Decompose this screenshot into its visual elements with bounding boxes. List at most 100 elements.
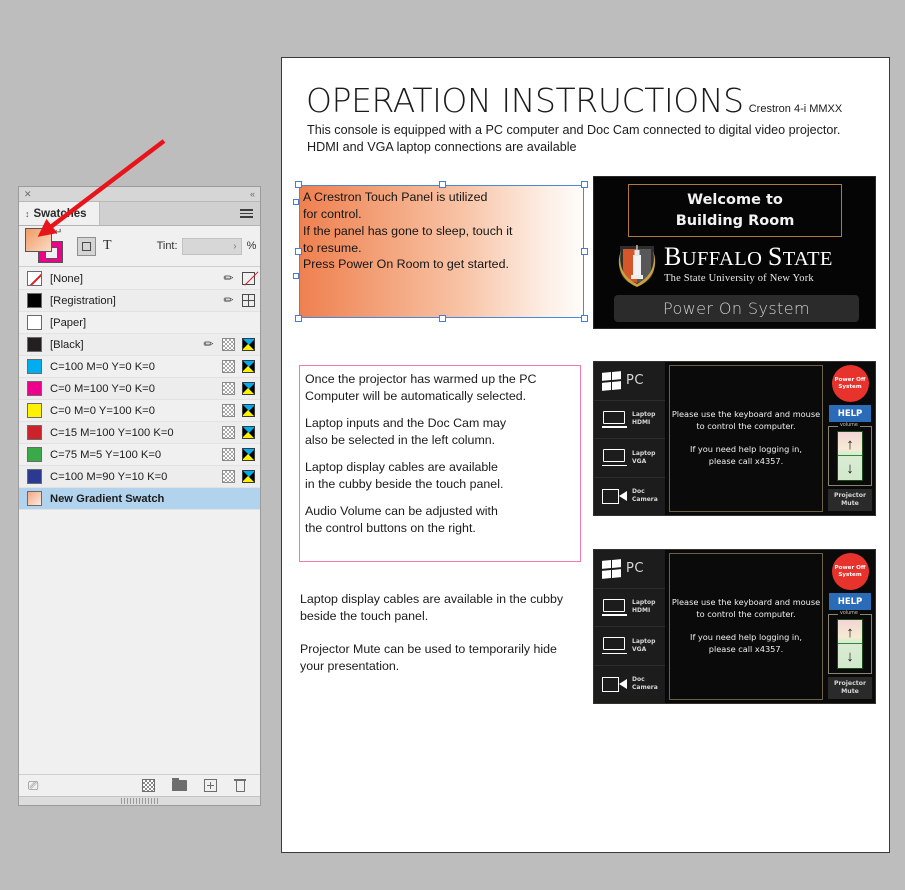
source-button-laptop-hdmi-2[interactable]: Laptop HDMI bbox=[594, 588, 665, 627]
swatch-name: [Paper] bbox=[50, 316, 87, 329]
welcome-line-1: Welcome to bbox=[687, 191, 783, 208]
gradient-frame-text: A Crestron Touch Panel is utilized for c… bbox=[303, 189, 579, 273]
selection-handle-s[interactable] bbox=[439, 315, 446, 322]
swatch-row-green[interactable]: C=75 M=5 Y=100 K=0 bbox=[19, 444, 260, 466]
cmyk-color-icon bbox=[242, 470, 255, 483]
swatch-row-red[interactable]: C=15 M=100 Y=100 K=0 bbox=[19, 422, 260, 444]
arrow-up-icon[interactable]: ↑ bbox=[846, 625, 854, 640]
swatch-name: C=0 M=0 Y=100 K=0 bbox=[50, 404, 155, 417]
volume-slider[interactable]: ↑ ↓ bbox=[837, 431, 863, 481]
volume-label-2: volume bbox=[838, 611, 860, 616]
delete-swatch-icon[interactable] bbox=[234, 778, 246, 793]
swap-fill-stroke-icon[interactable]: ↵ bbox=[54, 227, 62, 238]
swatch-tools-row: ↵ T Tint: › % bbox=[19, 226, 260, 267]
panel-horizontal-scrollbar[interactable] bbox=[19, 796, 260, 805]
swatch-row-paper[interactable]: [Paper] bbox=[19, 312, 260, 334]
swatch-name: [Registration] bbox=[50, 294, 116, 307]
spot-color-pen-icon: ✏ bbox=[223, 293, 234, 307]
tab-swatches[interactable]: ↕ Swatches bbox=[19, 202, 100, 225]
tint-input[interactable]: › bbox=[181, 237, 242, 255]
swatch-row-new-gradient-swatch[interactable]: New Gradient Swatch bbox=[19, 488, 260, 510]
source-button-doc-camera[interactable]: Doc Camera bbox=[594, 477, 665, 515]
selection-handle-e[interactable] bbox=[581, 248, 588, 255]
volume-slider-2[interactable]: ↑ ↓ bbox=[837, 619, 863, 669]
swatch-library-icon[interactable]: ⎚ bbox=[28, 779, 38, 792]
swatch-row-registration[interactable]: [Registration] ✏ bbox=[19, 290, 260, 312]
document-header: OPERATION INSTRUCTIONS Crestron 4-i MMXX bbox=[306, 84, 876, 117]
swatches-panel: ✕ « ↕ Swatches ↵ T Tint: › % [None] ✏ [R… bbox=[18, 186, 261, 806]
fill-stroke-selector[interactable]: ↵ bbox=[25, 227, 71, 264]
gradient-text-line-3: If the panel has gone to sleep, touch it bbox=[303, 223, 513, 238]
volume-label: volume bbox=[838, 423, 860, 428]
selection-handle-n[interactable] bbox=[439, 181, 446, 188]
pink-bordered-text-box[interactable]: Once the projector has warmed up the PC … bbox=[299, 365, 581, 562]
swatch-name: C=0 M=100 Y=0 K=0 bbox=[50, 382, 155, 395]
source-button-laptop-hdmi[interactable]: Laptop HDMI bbox=[594, 400, 665, 439]
logo-main-text: BUFFALO STATE bbox=[664, 244, 833, 270]
cmyk-color-icon bbox=[242, 382, 255, 395]
volume-control-2[interactable]: volume ↑ ↓ bbox=[828, 611, 872, 674]
source-button-doc-camera-2[interactable]: Doc Camera bbox=[594, 665, 665, 703]
laptop-icon bbox=[602, 449, 627, 467]
gradient-text-frame-selection[interactable]: A Crestron Touch Panel is utilized for c… bbox=[293, 181, 588, 322]
document-camera-icon bbox=[602, 488, 627, 504]
arrow-down-icon[interactable]: ↓ bbox=[846, 461, 854, 476]
swatch-color-chip bbox=[27, 403, 42, 418]
panel-menu-button[interactable] bbox=[240, 202, 260, 225]
selection-handle-ne[interactable] bbox=[581, 181, 588, 188]
message-line-2b: to control the computer. bbox=[696, 609, 796, 620]
gradient-text-frame[interactable]: A Crestron Touch Panel is utilized for c… bbox=[299, 185, 584, 318]
logo-tate: TATE bbox=[782, 248, 833, 270]
format-container-icon[interactable] bbox=[77, 236, 96, 256]
source-button-pc[interactable]: PC bbox=[594, 362, 665, 401]
swatch-row-yellow[interactable]: C=0 M=0 Y=100 K=0 bbox=[19, 400, 260, 422]
intro-line-2: HDMI and VGA laptop connections are avai… bbox=[307, 140, 577, 155]
selection-handle-w[interactable] bbox=[295, 248, 302, 255]
arrow-up-icon[interactable]: ↑ bbox=[846, 437, 854, 452]
source-button-laptop-vga-2[interactable]: Laptop VGA bbox=[594, 627, 665, 666]
gradient-text-line-5: Press Power On Room to get started. bbox=[303, 257, 509, 272]
text-frame-inport[interactable] bbox=[293, 199, 299, 205]
swatch-name: [None] bbox=[50, 272, 83, 285]
tint-dropdown-chevron-icon[interactable]: › bbox=[233, 241, 236, 252]
laptop-icon bbox=[602, 410, 627, 428]
close-icon[interactable]: ✕ bbox=[24, 189, 32, 199]
swatch-row-black[interactable]: [Black] ✏ bbox=[19, 334, 260, 356]
swatch-row-blue[interactable]: C=100 M=90 Y=10 K=0 bbox=[19, 466, 260, 488]
touch-panel-controls-2: Power Off System HELP volume ↑ ↓ Project… bbox=[825, 550, 875, 703]
arrow-down-icon[interactable]: ↓ bbox=[846, 649, 854, 664]
source-label-laptop-vga-2: Laptop VGA bbox=[632, 637, 656, 653]
format-text-icon[interactable]: T bbox=[103, 238, 112, 254]
text-frame-outport[interactable] bbox=[293, 273, 299, 279]
touch-panel-image-2: PC Laptop HDMI Laptop VGA Doc Camera Ple… bbox=[593, 549, 876, 704]
process-color-icon bbox=[222, 338, 235, 351]
swatch-list[interactable]: [None] ✏ [Registration] ✏ [Paper] [Black… bbox=[19, 268, 260, 774]
swatch-row-magenta[interactable]: C=0 M=100 Y=0 K=0 bbox=[19, 378, 260, 400]
help-button[interactable]: HELP bbox=[829, 405, 871, 422]
power-on-system-label: Power On System bbox=[663, 299, 810, 318]
power-off-system-button-2[interactable]: Power Off System bbox=[831, 553, 869, 590]
source-label-doc-camera: Doc Camera bbox=[632, 488, 658, 504]
swatch-row-cyan[interactable]: C=100 M=0 Y=0 K=0 bbox=[19, 356, 260, 378]
swatch-row-none[interactable]: [None] ✏ bbox=[19, 268, 260, 290]
selection-handle-sw[interactable] bbox=[295, 315, 302, 322]
projector-mute-button-2[interactable]: Projector Mute bbox=[828, 677, 872, 699]
new-color-group-icon[interactable] bbox=[142, 779, 155, 792]
power-on-system-button[interactable]: Power On System bbox=[614, 295, 859, 322]
source-button-laptop-vga[interactable]: Laptop VGA bbox=[594, 439, 665, 478]
scrollbar-grip[interactable] bbox=[120, 798, 159, 804]
cmyk-color-icon bbox=[242, 404, 255, 417]
source-button-pc-2[interactable]: PC bbox=[594, 550, 665, 589]
folder-icon[interactable] bbox=[172, 777, 187, 791]
swatch-color-chip bbox=[27, 447, 42, 462]
double-chevron-left-icon[interactable]: « bbox=[250, 189, 255, 199]
help-button-2[interactable]: HELP bbox=[829, 593, 871, 610]
selection-handle-se[interactable] bbox=[581, 315, 588, 322]
projector-mute-button[interactable]: Projector Mute bbox=[828, 489, 872, 511]
fill-swatch[interactable] bbox=[25, 228, 52, 252]
volume-control[interactable]: volume ↑ ↓ bbox=[828, 423, 872, 486]
selection-handle-nw[interactable] bbox=[295, 181, 302, 188]
new-swatch-icon[interactable] bbox=[204, 779, 217, 792]
cmyk-color-icon bbox=[242, 426, 255, 439]
power-off-system-button[interactable]: Power Off System bbox=[831, 365, 869, 402]
